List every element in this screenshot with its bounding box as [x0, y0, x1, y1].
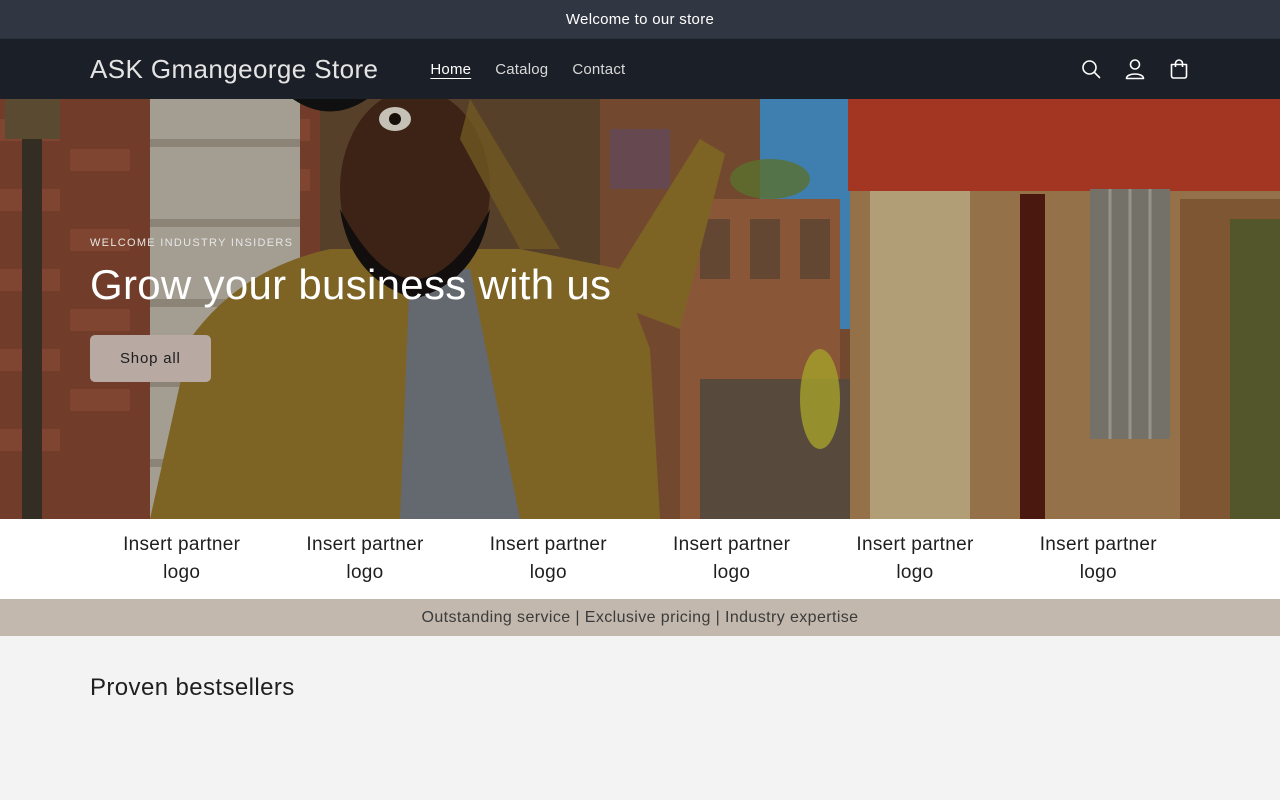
- partner-logo-line2: logo: [896, 562, 934, 583]
- hero-content: WELCOME INDUSTRY INSIDERS Grow your busi…: [90, 237, 611, 382]
- partner-logo: Insert partner logo: [823, 531, 1006, 587]
- partner-logo-line2: logo: [529, 562, 567, 583]
- partner-logo-line1: Insert partner: [856, 534, 974, 555]
- partner-logos: Insert partner logo Insert partner logo In…: [0, 519, 1280, 599]
- hero-banner: WELCOME INDUSTRY INSIDERS Grow your busi…: [0, 99, 1280, 519]
- partner-logo-line1: Insert partner: [489, 534, 607, 555]
- nav-catalog[interactable]: Catalog: [483, 61, 560, 78]
- usp-bar: Outstanding service | Exclusive pricing …: [0, 599, 1280, 636]
- partner-logo-line1: Insert partner: [673, 534, 791, 555]
- partner-logo-line2: logo: [346, 562, 384, 583]
- announcement-bar: Welcome to our store: [0, 0, 1280, 38]
- partner-logo-line1: Insert partner: [1039, 534, 1157, 555]
- partner-logo: Insert partner logo: [457, 531, 640, 587]
- site-header: ASK Gmangeorge Store Home Catalog Contac…: [0, 38, 1280, 99]
- bestsellers-section: Proven bestsellers: [0, 636, 1280, 740]
- partner-logo: Insert partner logo: [273, 531, 456, 587]
- hero-eyebrow: WELCOME INDUSTRY INSIDERS: [90, 237, 294, 249]
- cart-icon[interactable]: [1168, 58, 1190, 80]
- main-nav: Home Catalog Contact: [418, 61, 637, 78]
- account-icon[interactable]: [1124, 58, 1146, 80]
- partner-logo-line2: logo: [713, 562, 751, 583]
- hero-title: Grow your business with us: [90, 261, 612, 308]
- partner-logo: Insert partner logo: [90, 531, 273, 587]
- announcement-text: Welcome to our store: [565, 10, 715, 28]
- header-icons: [1080, 58, 1190, 80]
- nav-contact[interactable]: Contact: [560, 61, 637, 78]
- partner-logo: Insert partner logo: [640, 531, 823, 587]
- partner-logo-line1: Insert partner: [306, 534, 424, 555]
- usp-text: Outstanding service | Exclusive pricing …: [421, 608, 859, 626]
- bestsellers-heading: Proven bestsellers: [90, 674, 295, 701]
- store-logo[interactable]: ASK Gmangeorge Store: [90, 54, 378, 85]
- search-icon[interactable]: [1080, 58, 1102, 80]
- partner-logo: Insert partner logo: [1007, 531, 1190, 587]
- nav-home[interactable]: Home: [418, 61, 483, 78]
- partner-logo-line1: Insert partner: [123, 534, 241, 555]
- shop-all-button[interactable]: Shop all: [90, 335, 211, 382]
- partner-logo-line2: logo: [1079, 562, 1117, 583]
- partner-logo-line2: logo: [163, 562, 201, 583]
